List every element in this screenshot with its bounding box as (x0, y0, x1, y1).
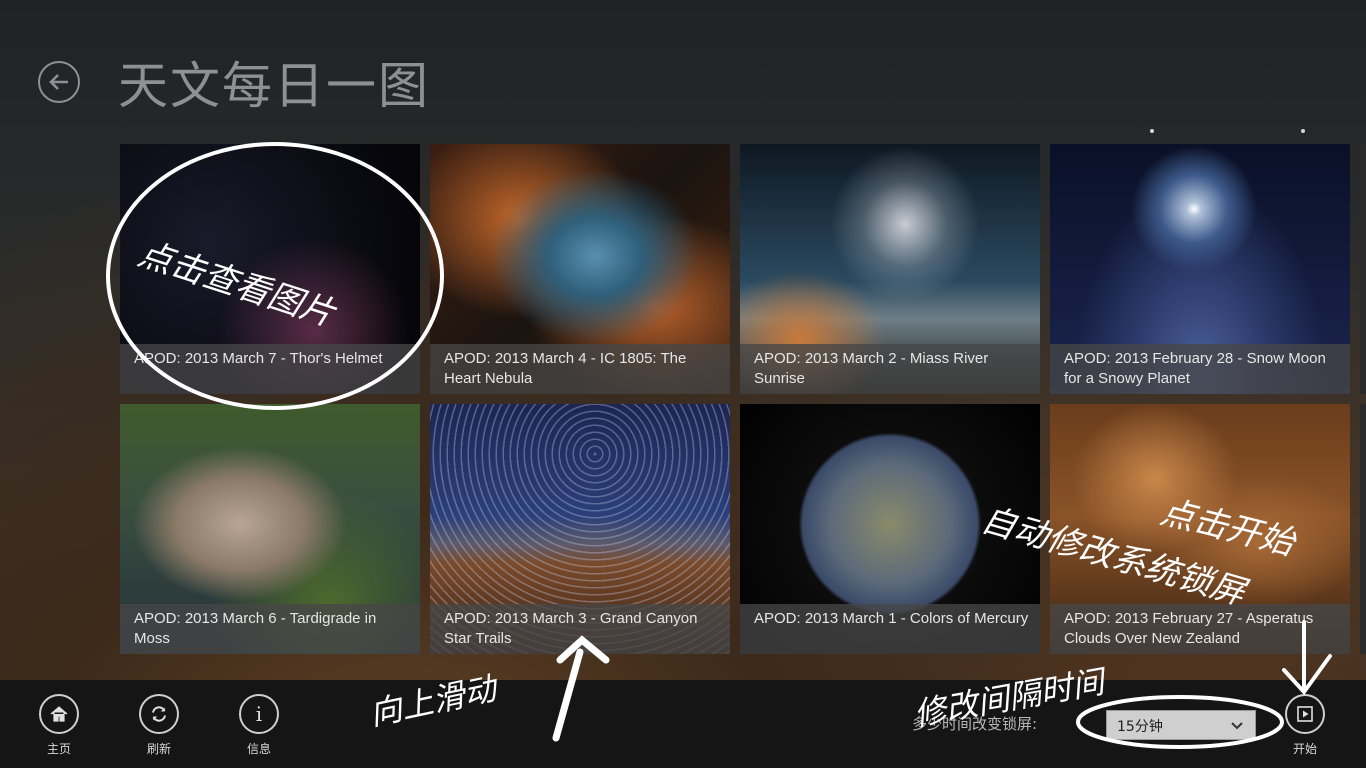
star (1150, 129, 1154, 133)
interval-select[interactable]: 15分钟 (1106, 710, 1256, 740)
refresh-label: 刷新 (146, 742, 171, 756)
tile-caption: APOD: 2013 March 1 - Colors of Mercury (740, 604, 1040, 654)
tile-tardigrade[interactable]: APOD: 2013 March 6 - Tardigrade in Moss (120, 404, 420, 654)
tile-heart-nebula[interactable]: APOD: 2013 March 4 - IC 1805: The Heart … (430, 144, 730, 394)
play-icon (1297, 706, 1313, 722)
start-label: 开始 (1292, 742, 1317, 756)
interval-value: 15分钟 (1117, 719, 1163, 735)
back-button[interactable] (38, 61, 80, 103)
home-label: 主页 (46, 742, 71, 756)
tile-partial[interactable] (1360, 144, 1366, 394)
refresh-icon (152, 706, 166, 722)
start-button[interactable]: 开始 (1275, 694, 1335, 764)
tile-caption: APOD: 2013 March 2 - Miass River Sunrise (740, 344, 1040, 394)
refresh-button[interactable]: 刷新 (129, 694, 189, 764)
info-label: 信息 (246, 742, 271, 756)
tile-snow-moon[interactable]: APOD: 2013 February 28 - Snow Moon for a… (1050, 144, 1350, 394)
tile-caption: APOD: 2013 March 4 - IC 1805: The Heart … (430, 344, 730, 394)
tile-caption: APOD: 2013 March 7 - Thor's Helmet (120, 344, 420, 394)
tile-caption: APOD: 2013 February 27 - Asperatus Cloud… (1050, 604, 1350, 654)
info-button[interactable]: i 信息 (229, 694, 289, 764)
tile-caption: APOD: 2013 March 3 - Grand Canyon Star T… (430, 604, 730, 654)
back-arrow-icon (49, 74, 68, 90)
tile-caption: APOD: 2013 March 6 - Tardigrade in Moss (120, 604, 420, 654)
home-icon (50, 706, 68, 722)
tile-miass-river[interactable]: APOD: 2013 March 2 - Miass River Sunrise (740, 144, 1040, 394)
home-button[interactable]: 主页 (29, 694, 89, 764)
star (1301, 129, 1305, 133)
page-title: 天文每日一图 (118, 57, 430, 115)
tile-partial[interactable] (1360, 404, 1366, 654)
info-icon: i (255, 702, 263, 726)
tile-grand-canyon[interactable]: APOD: 2013 March 3 - Grand Canyon Star T… (430, 404, 730, 654)
chevron-down-icon (1231, 722, 1243, 730)
tile-caption: APOD: 2013 February 28 - Snow Moon for a… (1050, 344, 1350, 394)
